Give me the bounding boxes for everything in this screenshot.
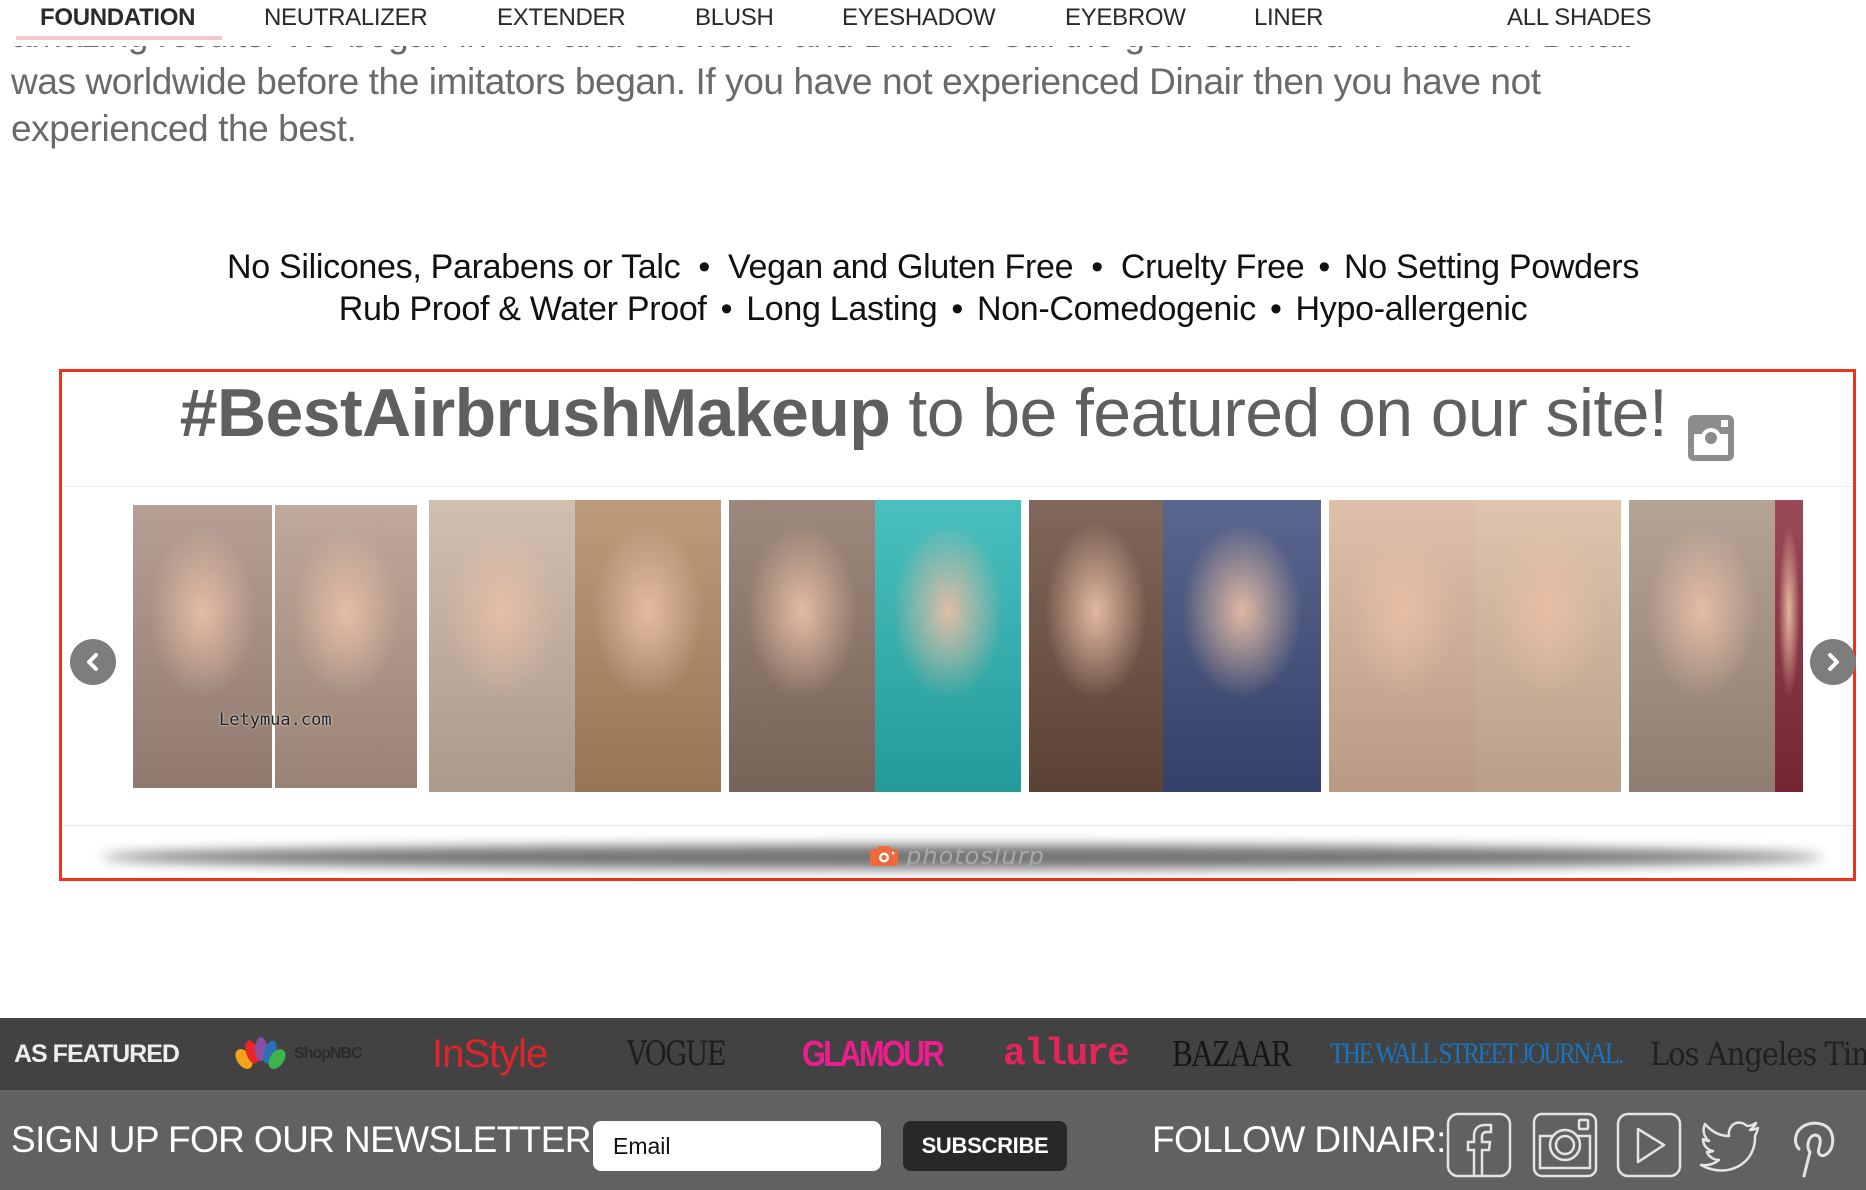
feature-separator: • [1318,248,1330,286]
before-photo [729,500,875,792]
before-photo [1029,500,1163,792]
carousel-slide[interactable] [1029,500,1321,792]
chevron-left-icon [87,653,98,671]
as-featured-bar: AS FEATURED ShopNBC InStyle VOGUE GLAMOU… [0,1018,1866,1090]
feature-separator: • [951,290,963,328]
after-photo [275,505,417,788]
feature-separator: • [720,290,733,328]
facebook-icon [1446,1112,1512,1178]
before-photo [1629,500,1775,792]
product-features: No Silicones, Parabens or Talc • Vegan and… [0,246,1866,330]
widget-title-text: to be featured on our site! [890,375,1668,451]
youtube-link[interactable] [1616,1112,1682,1178]
feature-item: Hypo-allergenic [1295,290,1528,328]
shopnbc-text: ShopNBC [294,1045,363,1062]
features-line-1: No Silicones, Parabens or Talc • Vegan and… [0,246,1866,288]
active-tab-underline [16,36,222,40]
carousel-slide[interactable] [729,500,1021,792]
tab-all-shades[interactable]: ALL SHADES [1507,4,1651,32]
ugc-gallery-widget: #BestAirbrushMakeup to be featured on ou… [59,369,1856,881]
after-photo [1163,500,1321,792]
tab-liner[interactable]: LINER [1254,4,1324,32]
twitter-icon [1699,1121,1760,1172]
allure-logo[interactable]: allure [1003,1032,1130,1076]
email-input[interactable] [593,1121,881,1171]
before-photo [133,505,272,788]
carousel-slide[interactable] [1329,500,1621,792]
vogue-logo[interactable]: VOGUE [627,1032,727,1076]
feature-separator: • [698,248,710,286]
pinterest-icon [1794,1121,1835,1178]
tab-blush[interactable]: BLUSH [695,4,774,32]
tab-neutralizer[interactable]: NEUTRALIZER [264,4,428,32]
photoslurp-logo-text: photoslurp [906,842,1045,870]
after-photo [1475,500,1621,792]
tab-foundation[interactable]: FOUNDATION [40,4,196,32]
newsletter-title: SIGN UP FOR OUR NEWSLETTER [11,1119,591,1160]
feature-item: Vegan and Gluten Free [727,248,1074,286]
wsj-logo[interactable]: THE WALL STREET JOURNAL. [1330,1032,1624,1076]
carousel-slide[interactable]: Letymua.com [133,505,417,788]
feature-item: No Setting Powders [1343,248,1640,286]
twitter-link[interactable] [1698,1112,1764,1178]
widget-title: #BestAirbrushMakeup to be featured on ou… [62,372,1853,462]
intro-line: was worldwide before the imitators began… [11,61,1541,102]
before-photo [429,500,575,792]
carousel-slide[interactable] [1629,500,1803,792]
subscribe-button[interactable]: SUBSCRIBE [903,1121,1067,1171]
instagram-link[interactable] [1532,1112,1598,1178]
instagram-icon [1532,1112,1598,1178]
carousel-slides: Letymua.com [133,500,1866,795]
instyle-logo[interactable]: InStyle [432,1032,548,1076]
tab-eyebrow[interactable]: EYEBROW [1065,4,1186,32]
hashtag[interactable]: #BestAirbrushMakeup [180,375,891,451]
carousel-prev-button[interactable] [70,639,116,685]
tab-extender[interactable]: EXTENDER [497,4,626,32]
after-photo [575,500,721,792]
after-photo [875,500,1021,792]
nbc-peacock-icon [235,1037,286,1069]
youtube-icon [1616,1112,1682,1178]
tab-eyeshadow[interactable]: EYESHADOW [842,4,996,32]
carousel-next-button[interactable] [1810,639,1856,685]
feature-item: Rub Proof & Water Proof [338,290,707,328]
photo-watermark: Letymua.com [219,710,332,730]
before-photo [1329,500,1475,792]
intro-line: experienced the best. [11,108,357,149]
features-line-2: Rub Proof & Water Proof • Long Lasting • Non… [0,288,1866,330]
follow-label: FOLLOW DINAIR: [1152,1119,1446,1160]
after-photo [1775,500,1803,792]
pinterest-link[interactable] [1780,1112,1846,1178]
feature-item: Cruelty Free [1120,248,1305,286]
intro-paragraph: amazing results. We began in film and te… [11,32,1851,152]
feature-item: Non-Comedogenic [976,290,1256,328]
feature-separator: • [1091,248,1103,286]
glamour-logo[interactable]: GLAMOUR [802,1032,945,1076]
facebook-link[interactable] [1446,1112,1512,1178]
shopnbc-logo[interactable]: ShopNBC [234,1032,363,1076]
carousel-slide[interactable] [429,500,721,792]
feature-item: No Silicones, Parabens or Talc [226,248,681,286]
feature-item: Long Lasting [746,290,938,328]
powered-by-photoslurp[interactable]: photoslurp [62,842,1853,870]
newsletter-footer: SIGN UP FOR OUR NEWSLETTER SUBSCRIBE FOL… [0,1090,1866,1190]
instagram-icon[interactable] [1687,398,1735,462]
bazaar-logo[interactable]: BAZAAR [1172,1032,1292,1076]
carousel-track: Letymua.com [62,487,1856,826]
as-featured-label: AS FEATURED [14,1040,180,1068]
la-times-logo[interactable]: Los Angeles Times [1650,1032,1866,1076]
feature-separator: • [1269,290,1282,328]
shade-category-nav: FOUNDATION NEUTRALIZER EXTENDER BLUSH EY… [0,0,1866,46]
chevron-right-icon [1828,653,1839,671]
photo-carousel: Letymua.com [62,487,1856,869]
camera-icon [870,846,899,866]
